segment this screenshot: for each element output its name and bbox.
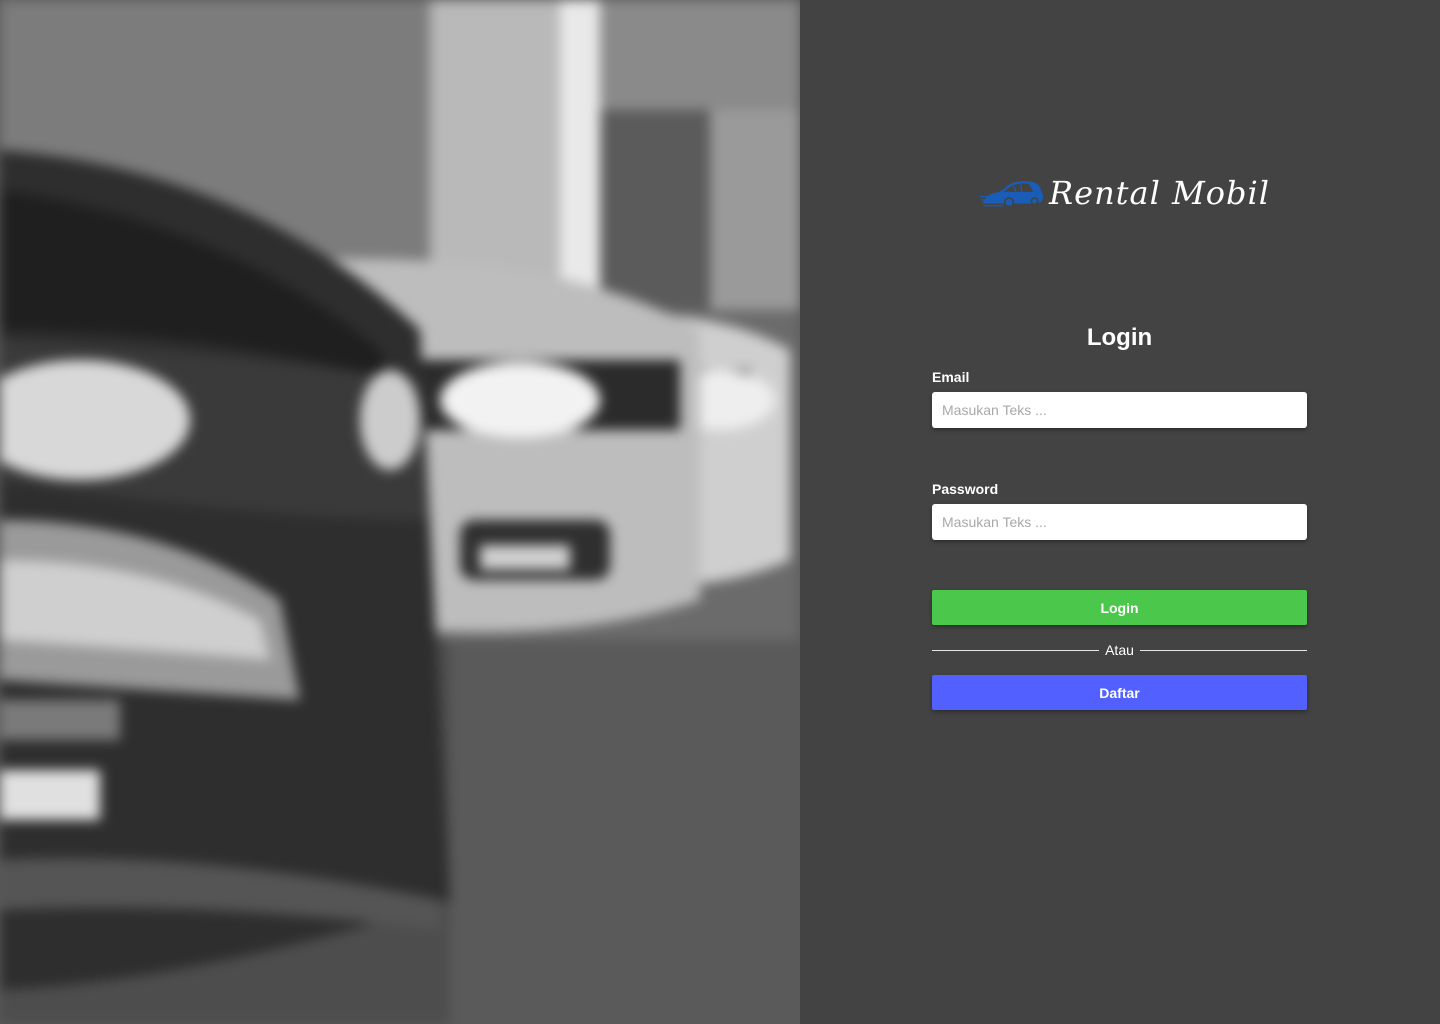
brand-name: Rental Mobil [1049, 174, 1270, 212]
password-label: Password [932, 481, 999, 497]
register-button[interactable]: Daftar [932, 675, 1307, 710]
password-field[interactable] [932, 504, 1307, 540]
form-title: Login [1086, 324, 1153, 351]
hero-car-image [0, 0, 800, 1024]
login-form: Login Email Password Login Atau Daftar [932, 320, 1307, 710]
car-icon [980, 181, 1043, 208]
login-page: Rental Mobil Login Email Password Login … [0, 0, 1440, 1024]
brand-logo-group: Rental Mobil [980, 160, 1270, 226]
email-field[interactable] [932, 392, 1307, 428]
email-label: Email [932, 369, 970, 385]
divider-line-left [932, 649, 1100, 651]
divider-line-right [1139, 649, 1307, 651]
divider-text: Atau [1105, 642, 1134, 658]
or-divider: Atau [932, 625, 1307, 675]
login-panel: Rental Mobil Login Email Password Login … [800, 0, 1440, 1024]
login-button[interactable]: Login [932, 590, 1307, 625]
